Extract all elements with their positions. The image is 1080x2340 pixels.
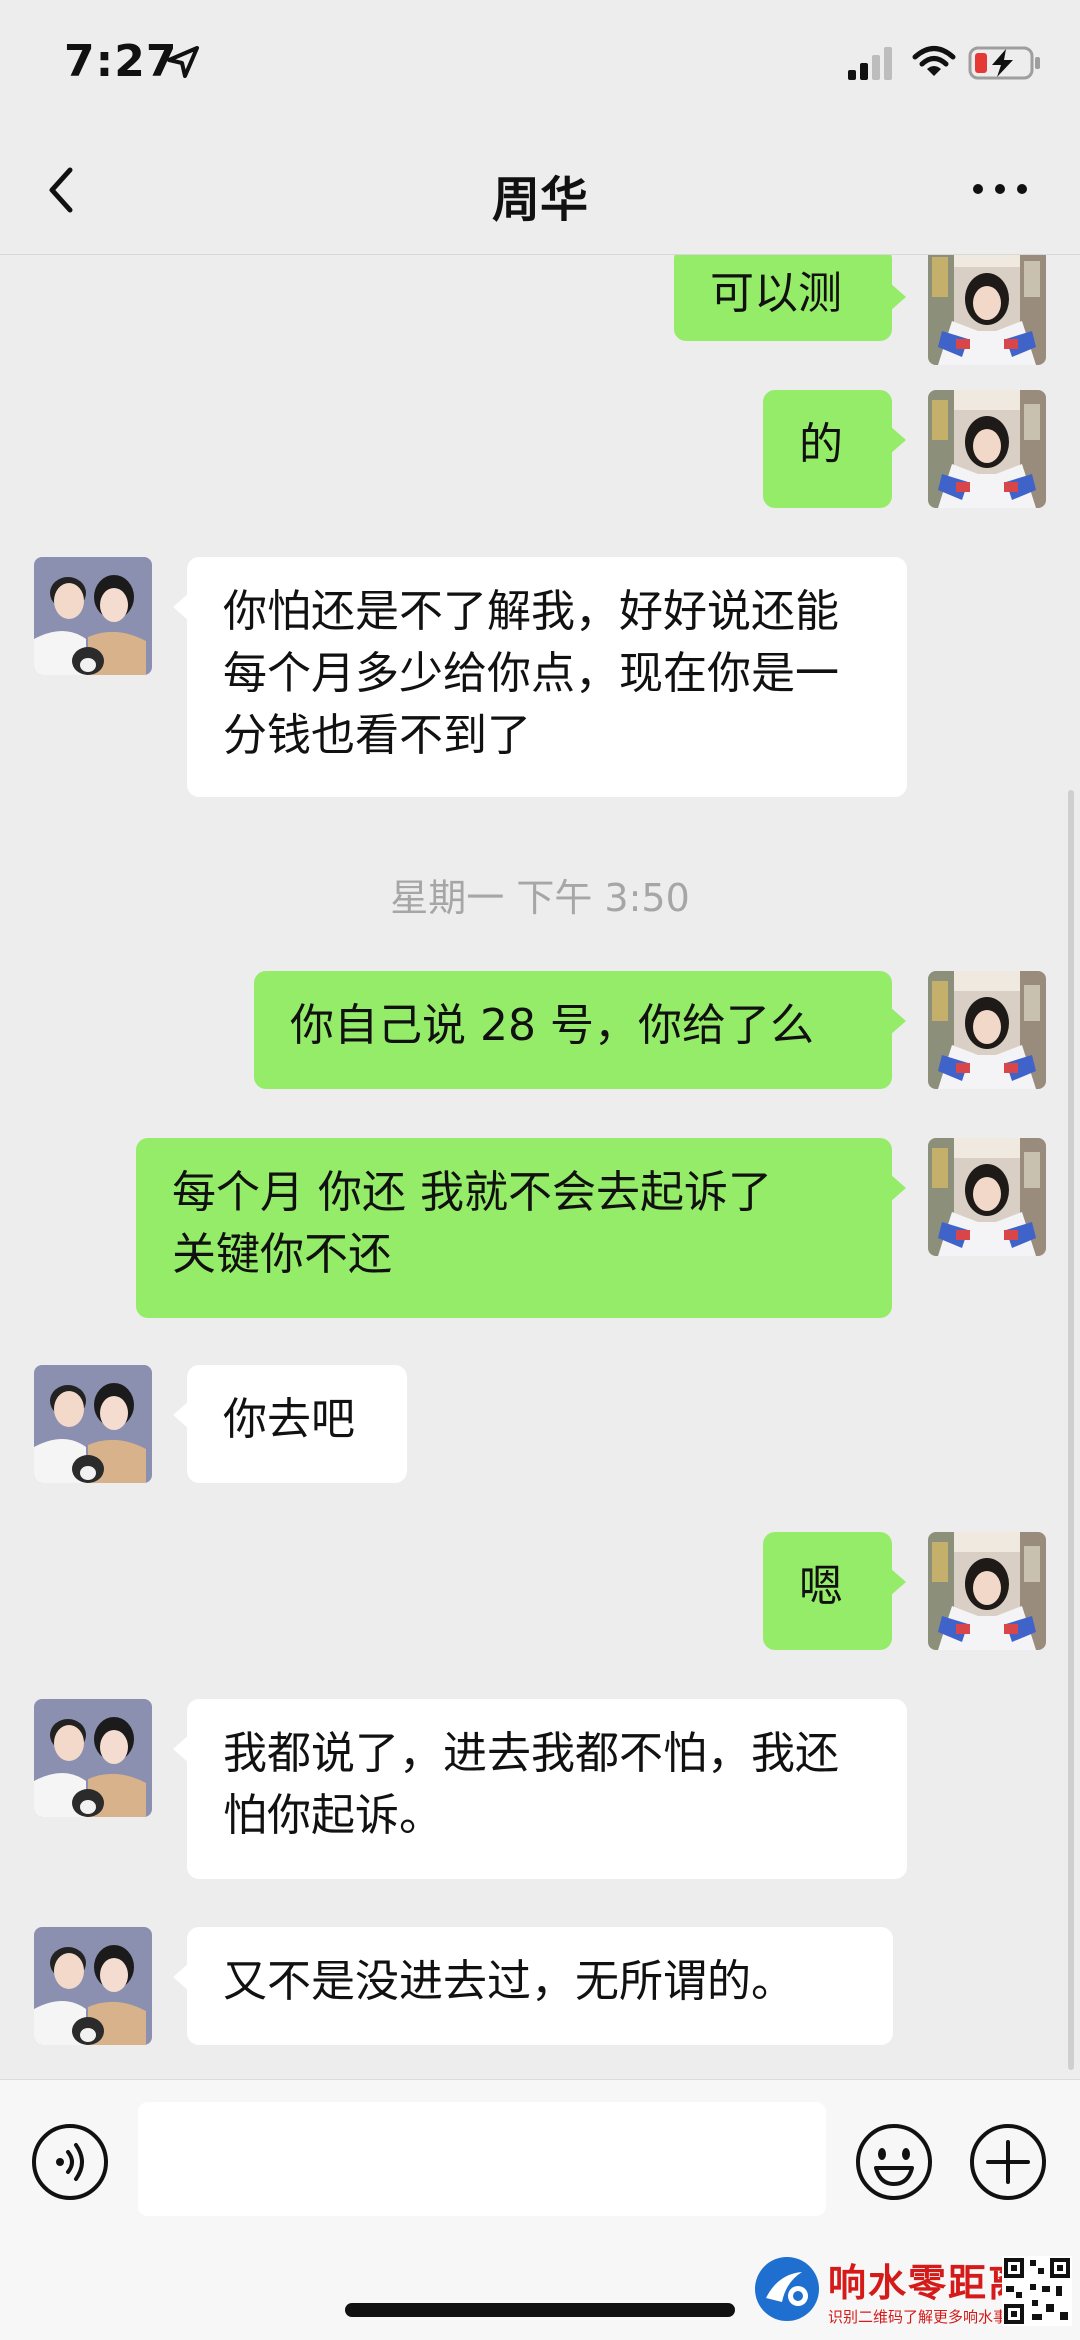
contact-avatar[interactable] [34,1927,152,2045]
message-bubble-sent[interactable]: 可以测 [674,255,906,341]
message-input[interactable] [138,2102,826,2216]
qr-code-icon [1002,2256,1072,2326]
voice-icon[interactable] [30,2122,110,2202]
contact-avatar[interactable] [34,557,152,675]
message-bubble-sent[interactable]: 每个月 你还 我就不会去起诉了 关键你不还 [136,1138,906,1318]
my-avatar[interactable] [928,1138,1046,1256]
message-bubble-sent[interactable]: 你自己说 28 号，你给了么 [254,971,906,1089]
message-timestamp: 星期一 下午 3:50 [390,876,690,920]
contact-avatar[interactable] [34,1365,152,1483]
wifi-icon [912,46,956,76]
message-list[interactable]: 可以测 的 你怕还是不了解我，好好说还能每个月多少给你点，现在你是一分钱也看不到… [0,255,1080,2079]
plus-icon[interactable] [968,2122,1048,2202]
cellular-signal-icon [848,47,892,80]
message-bubble-received[interactable]: 你去吧 [173,1365,407,1483]
my-avatar[interactable] [928,390,1046,508]
message-bubble-sent[interactable]: 嗯 [763,1532,906,1650]
watermark-subtitle: 识别二维码了解更多响水事 [828,2308,1009,2326]
my-avatar[interactable] [928,971,1046,1089]
nav-bar: 周华 [0,130,1080,255]
my-avatar[interactable] [928,255,1046,365]
home-indicator[interactable] [345,2303,735,2317]
message-bubble-received[interactable]: 我都说了，进去我都不怕，我还怕你起诉。 [173,1699,907,1879]
scrollbar[interactable] [1068,790,1074,2070]
message-bubble-received[interactable]: 又不是没进去过，无所谓的。 [173,1927,893,2045]
watermark-title: 响水零距离 [828,2260,1029,2305]
emoji-icon[interactable] [854,2122,934,2202]
watermark: 响水零距离 识别二维码了解更多响水事 [752,2252,1080,2339]
message-bubble-received[interactable]: 你怕还是不了解我，好好说还能每个月多少给你点，现在你是一分钱也看不到了 [173,557,907,797]
status-bar: 7:27 [0,0,1080,130]
contact-avatar[interactable] [34,1699,152,1817]
location-arrow-icon [167,46,199,78]
chat-title: 周华 [491,172,588,228]
watermark-logo-icon [755,2257,819,2321]
my-avatar[interactable] [928,1532,1046,1650]
battery-low-charging-icon [968,46,1040,80]
message-bubble-sent[interactable]: 的 [763,390,906,508]
status-time: 7:27 [64,36,178,87]
more-dots-icon[interactable] [970,174,1030,204]
